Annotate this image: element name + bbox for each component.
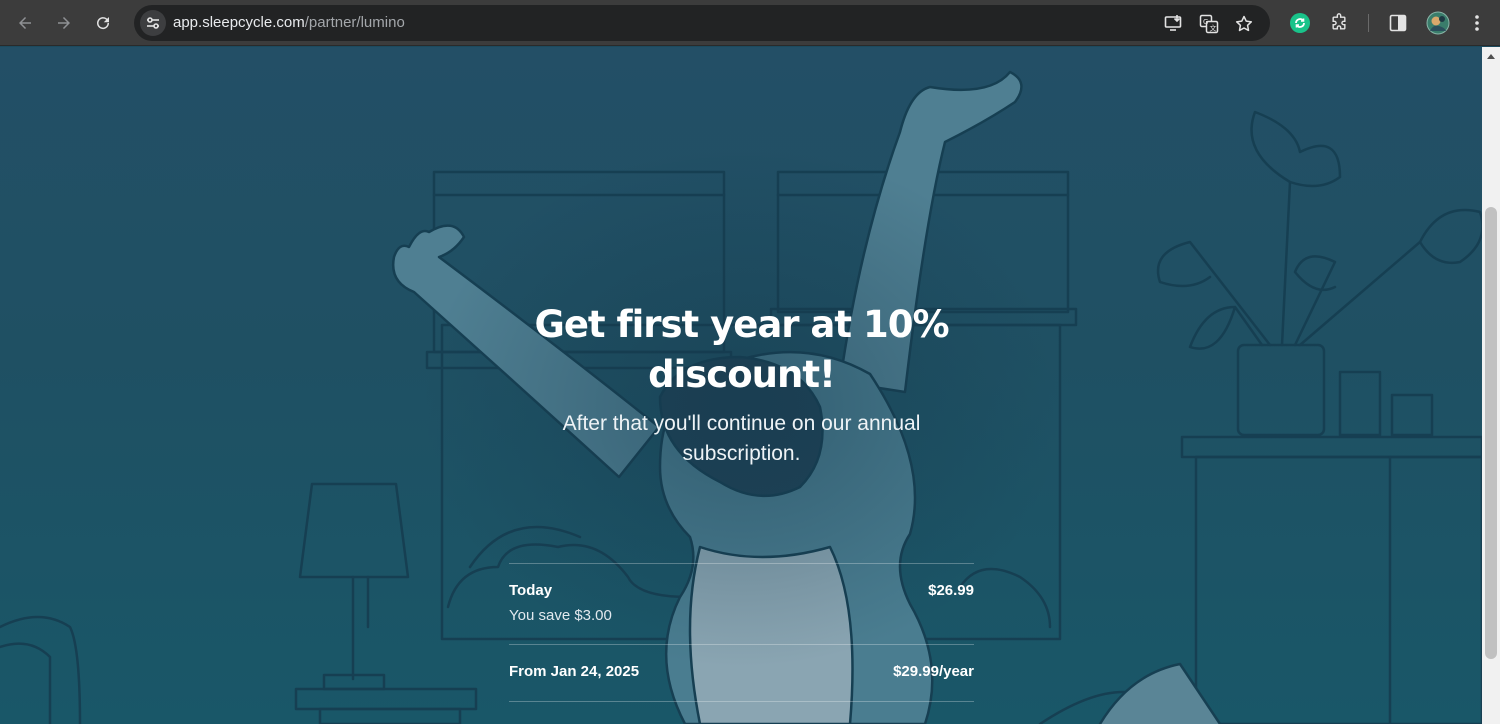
address-bar[interactable]: app.sleepcycle.com/partner/lumino G 文 (134, 5, 1270, 41)
toolbar-divider (1368, 14, 1369, 32)
extensions-puzzle-icon[interactable] (1327, 11, 1351, 35)
offer-title: Get first year at 10% discount! (534, 303, 949, 396)
today-label: Today (509, 582, 553, 599)
install-app-icon[interactable] (1163, 13, 1185, 35)
offer-subtitle: After that you'll continue on our annual… (562, 412, 921, 465)
pricing-row-today: Today $26.99 You save $3.00 (509, 563, 974, 644)
url-path: /partner/lumino (304, 14, 405, 31)
url-text[interactable]: app.sleepcycle.com/partner/lumino (173, 5, 405, 41)
translate-icon[interactable]: G 文 (1198, 13, 1220, 35)
renewal-price: $29.99/year (893, 663, 974, 680)
side-panel-icon[interactable] (1386, 11, 1410, 35)
extension-green-icon[interactable] (1288, 11, 1312, 35)
site-settings-icon[interactable] (140, 10, 166, 36)
pricing-summary: Today $26.99 You save $3.00 From Jan 24,… (509, 563, 974, 702)
renewal-label: From Jan 24, 2025 (509, 663, 640, 680)
bookmark-star-icon[interactable] (1233, 13, 1255, 35)
scroll-thumb[interactable] (1485, 207, 1497, 659)
vertical-scrollbar[interactable] (1482, 47, 1500, 724)
back-arrow-icon[interactable] (11, 9, 39, 37)
browser-toolbar: app.sleepcycle.com/partner/lumino G 文 (0, 0, 1500, 46)
reload-icon[interactable] (89, 9, 117, 37)
url-host: app.sleepcycle.com (173, 14, 305, 31)
profile-avatar-icon[interactable] (1426, 11, 1450, 35)
pricing-row-renewal: From Jan 24, 2025 $29.99/year (509, 644, 974, 702)
offer-header: Get first year at 10% discount! After th… (509, 300, 974, 469)
savings-note: You save $3.00 (509, 607, 612, 624)
more-menu-icon[interactable] (1465, 11, 1489, 35)
forward-arrow-icon[interactable] (50, 9, 78, 37)
svg-text:文: 文 (1210, 24, 1217, 33)
today-price: $26.99 (928, 582, 974, 599)
svg-text:G: G (1203, 18, 1208, 26)
scroll-up-arrow-icon[interactable] (1487, 54, 1495, 59)
